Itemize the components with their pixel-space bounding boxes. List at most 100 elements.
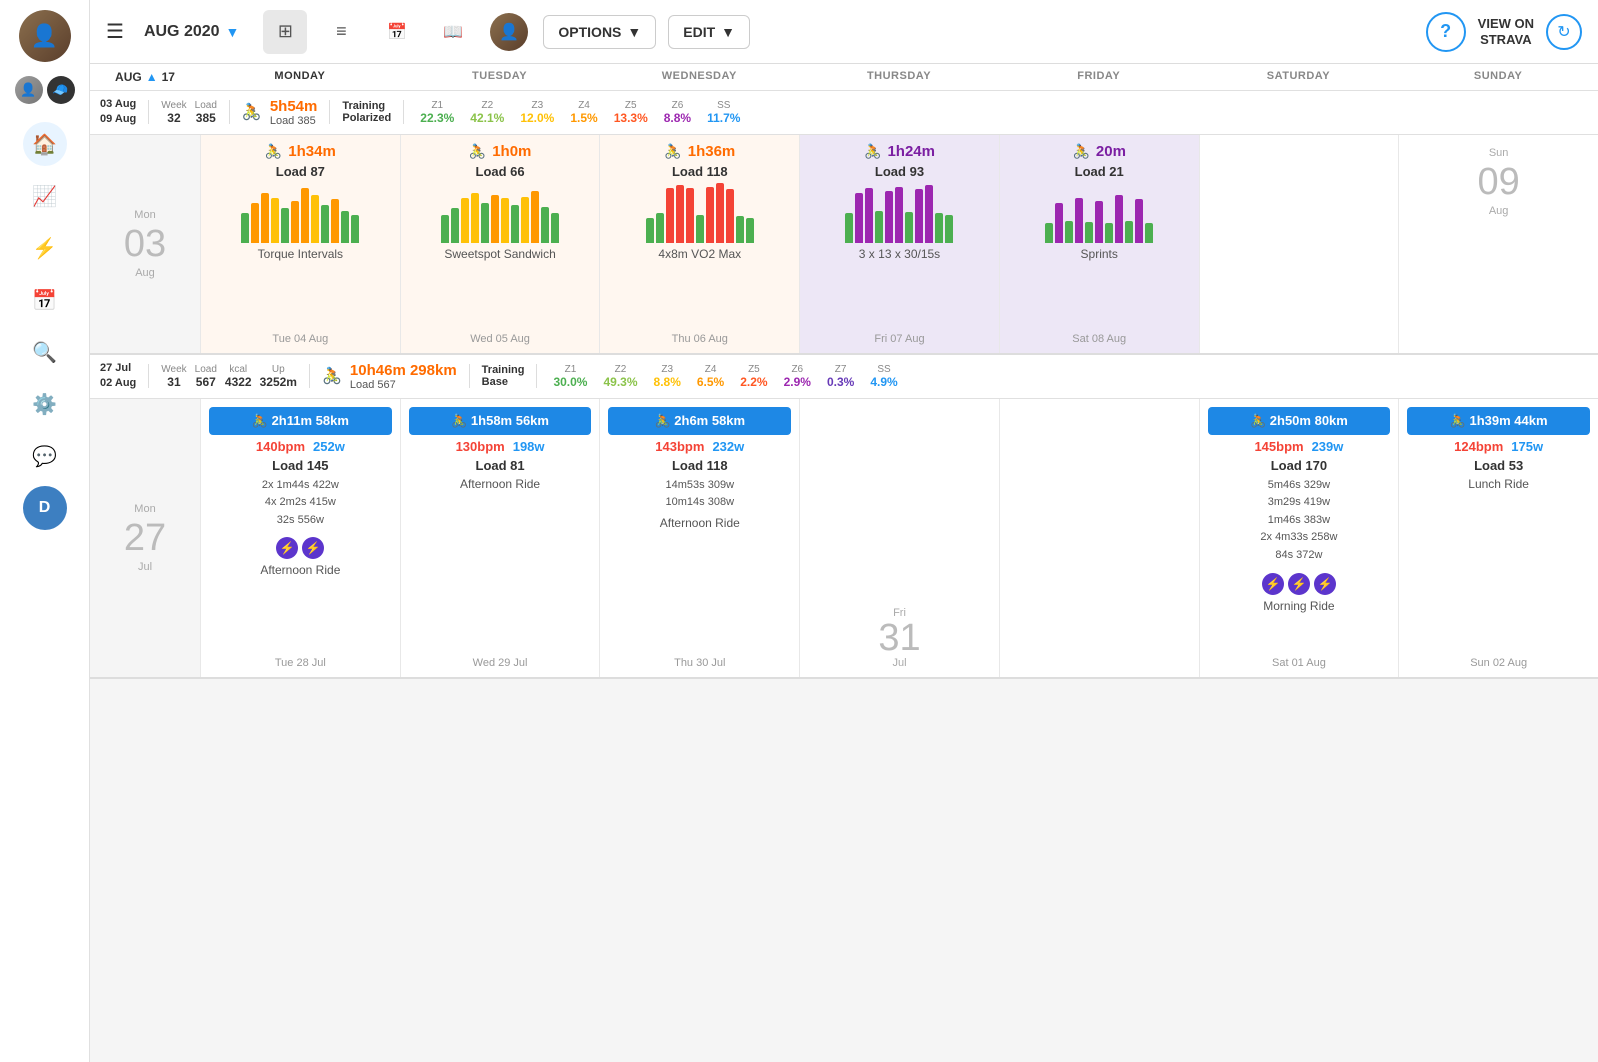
sidebar-item-disqus[interactable]: D <box>23 486 67 530</box>
w31-sun-watt: 175w <box>1511 439 1543 454</box>
week32-saturday-cell <box>1199 135 1399 353</box>
header-sunday: SUNDAY <box>1398 70 1598 84</box>
calendar: AUG ▲ 17 MONDAY TUESDAY WEDNESDAY THURSD… <box>90 64 1598 1062</box>
wed-date-label: Thu 06 Aug <box>672 333 728 345</box>
week32-z4: Z4 1.5% <box>566 100 601 125</box>
help-button[interactable]: ? <box>1426 12 1466 52</box>
main-content: ☰ AUG 2020 ▼ ⊞ ≡ 📅 📖 👤 OPTIONS ▼ EDIT ▼ … <box>90 0 1598 1062</box>
w31-mon-watt: 252w <box>313 439 345 454</box>
w31-sat-bpm: 145bpm <box>1254 439 1303 454</box>
flash-icon-1: ⚡ <box>276 537 298 559</box>
week31-wednesday-cell[interactable]: 🚴 2h6m 58km 143bpm 232w Load 118 14m53s … <box>599 399 799 677</box>
mini-avatar-2[interactable]: 🧢 <box>47 76 75 104</box>
month-selector[interactable]: AUG 2020 ▼ <box>144 23 239 41</box>
week31-duration-dist: 10h46m 298km <box>350 362 457 379</box>
week32-z1: Z1 22.3% <box>416 100 458 125</box>
w31-mon-details: 2x 1m44s 422w4x 2m2s 415w32s 556w <box>262 477 339 530</box>
week31-kcal: kcal 4322 <box>225 364 252 389</box>
week31-sunday-cell[interactable]: 🚴 1h39m 44km 124bpm 175w Load 53 Lunch R… <box>1398 399 1598 677</box>
w31-sun-bpm: 124bpm <box>1454 439 1503 454</box>
w31-tue-timedist: 🚴 1h58m 56km <box>417 413 584 429</box>
w31-mon-header: 🚴 2h11m 58km <box>209 407 392 435</box>
book-button[interactable]: 📖 <box>431 10 475 54</box>
w31-tue-bpm: 130bpm <box>456 439 505 454</box>
sidebar-item-settings[interactable]: ⚙️ <box>23 382 67 426</box>
topnav: ☰ AUG 2020 ▼ ⊞ ≡ 📅 📖 👤 OPTIONS ▼ EDIT ▼ … <box>90 0 1598 64</box>
sat-flash-1: ⚡ <box>1262 573 1284 595</box>
refresh-button[interactable]: ↻ <box>1546 14 1582 50</box>
week32-friday-cell[interactable]: 🚴 20m Load 21 Sprints <box>999 135 1199 353</box>
week31-ss: SS 4.9% <box>866 364 901 389</box>
week31-training-type: Training <box>482 364 525 376</box>
w31-sat-details: 5m46s 329w3m29s 419w1m46s 383w2x 4m33s 2… <box>1260 477 1337 565</box>
week32-day-label: Mon 03 Aug <box>90 135 200 353</box>
w31-wed-datelabel: Thu 30 Jul <box>674 657 725 669</box>
w31-sat-timedist: 🚴 2h50m 80km <box>1216 413 1383 429</box>
w31-wed-details: 14m53s 309w10m14s 308w <box>666 477 735 512</box>
tue-activity-name: Sweetspot Sandwich <box>444 247 555 261</box>
wed-activity-name: 4x8m VO2 Max <box>658 247 741 261</box>
week32-monday-cell[interactable]: 🚴 1h34m Load 87 <box>200 135 400 353</box>
mini-avatar-1[interactable]: 👤 <box>15 76 43 104</box>
w31-mon-timedist: 🚴 2h11m 58km <box>217 413 384 429</box>
sidebar-item-messages[interactable]: 💬 <box>23 434 67 478</box>
week32-training-subtype: Polarized <box>342 112 391 124</box>
w31-tue-header: 🚴 1h58m 56km <box>409 407 592 435</box>
w31-wed-watt: 232w <box>712 439 744 454</box>
week31-z4: Z4 6.5% <box>693 364 728 389</box>
sidebar-item-trends[interactable]: 📈 <box>23 174 67 218</box>
w31-sun-header: 🚴 1h39m 44km <box>1407 407 1590 435</box>
w31-tue-watt: 198w <box>513 439 545 454</box>
mon-date-label: Tue 04 Aug <box>272 333 328 345</box>
fri-bike-icon: 🚴 <box>1072 143 1089 160</box>
options-button[interactable]: OPTIONS ▼ <box>543 15 656 49</box>
week32-wednesday-cell[interactable]: 🚴 1h36m Load 118 4x8m VO2 <box>599 135 799 353</box>
week32-summary: 03 Aug 09 Aug Week 32 Load 385 🚴 5h54m L… <box>90 91 1598 135</box>
back-up-arrow: ▲ <box>146 70 158 84</box>
view-strava-button[interactable]: VIEW ON STRAVA <box>1478 16 1534 47</box>
sidebar-item-power[interactable]: ⚡ <box>23 226 67 270</box>
sat-flash-2: ⚡ <box>1288 573 1310 595</box>
week32-thursday-cell[interactable]: 🚴 1h24m Load 93 3 x 13 x <box>799 135 999 353</box>
week32-week: Week 32 <box>161 100 186 125</box>
w31-wed-load: Load 118 <box>672 458 728 473</box>
week31-monday-cell[interactable]: 🚴 2h11m 58km 140bpm 252w Load 145 2x 1m4… <box>200 399 400 677</box>
week31-z5: Z5 2.2% <box>736 364 771 389</box>
month-label: AUG 2020 <box>144 23 220 41</box>
week-back-nav[interactable]: AUG ▲ 17 <box>90 70 200 84</box>
week31-thursday-cell: Fri 31 Jul <box>799 399 999 677</box>
fri-bar-chart <box>1008 183 1191 243</box>
grid-view-button[interactable]: ⊞ <box>263 10 307 54</box>
w31-mon-ridename: Afternoon Ride <box>260 563 340 577</box>
week31-tuesday-cell[interactable]: 🚴 1h58m 56km 130bpm 198w Load 81 Afterno… <box>400 399 600 677</box>
thu-activity-name: 3 x 13 x 30/15s <box>859 247 940 261</box>
week31-training-subtype: Base <box>482 376 525 388</box>
week32-load: Load 385 <box>195 100 217 125</box>
thu-load: Load 93 <box>875 164 924 179</box>
week31-saturday-cell[interactable]: 🚴 2h50m 80km 145bpm 239w Load 170 5m46s … <box>1199 399 1399 677</box>
edit-button[interactable]: EDIT ▼ <box>668 15 750 49</box>
wed-time: 1h36m <box>688 143 736 160</box>
week31-z6: Z6 2.9% <box>780 364 815 389</box>
sidebar-item-home[interactable]: 🏠 <box>23 122 67 166</box>
tue-load: Load 66 <box>476 164 525 179</box>
sidebar-item-calendar[interactable]: 📅 <box>23 278 67 322</box>
week31-grid: Mon 27 Jul 🚴 2h11m 58km 140bpm 252w Load… <box>90 399 1598 679</box>
flash-icon-2: ⚡ <box>302 537 324 559</box>
header-thursday: THURSDAY <box>799 70 999 84</box>
list-view-button[interactable]: ≡ <box>319 10 363 54</box>
hamburger-button[interactable]: ☰ <box>106 19 124 44</box>
w31-wed-timedist: 🚴 2h6m 58km <box>616 413 783 429</box>
header-saturday: SATURDAY <box>1199 70 1399 84</box>
add-event-button[interactable]: 📅 <box>375 10 419 54</box>
week31-load: Load 567 <box>195 364 217 389</box>
avatar-primary[interactable]: 👤 <box>19 10 71 62</box>
week32-z6: Z6 8.8% <box>660 100 695 125</box>
sidebar-item-search[interactable]: 🔍 <box>23 330 67 374</box>
tue-bike-icon: 🚴 <box>469 143 486 160</box>
week31-z1: Z1 30.0% <box>549 364 591 389</box>
week32-tuesday-cell[interactable]: 🚴 1h0m Load 66 <box>400 135 600 353</box>
profile-button[interactable]: 👤 <box>487 10 531 54</box>
w31-tue-ridename: Afternoon Ride <box>460 477 540 491</box>
back-month: AUG <box>115 70 142 84</box>
